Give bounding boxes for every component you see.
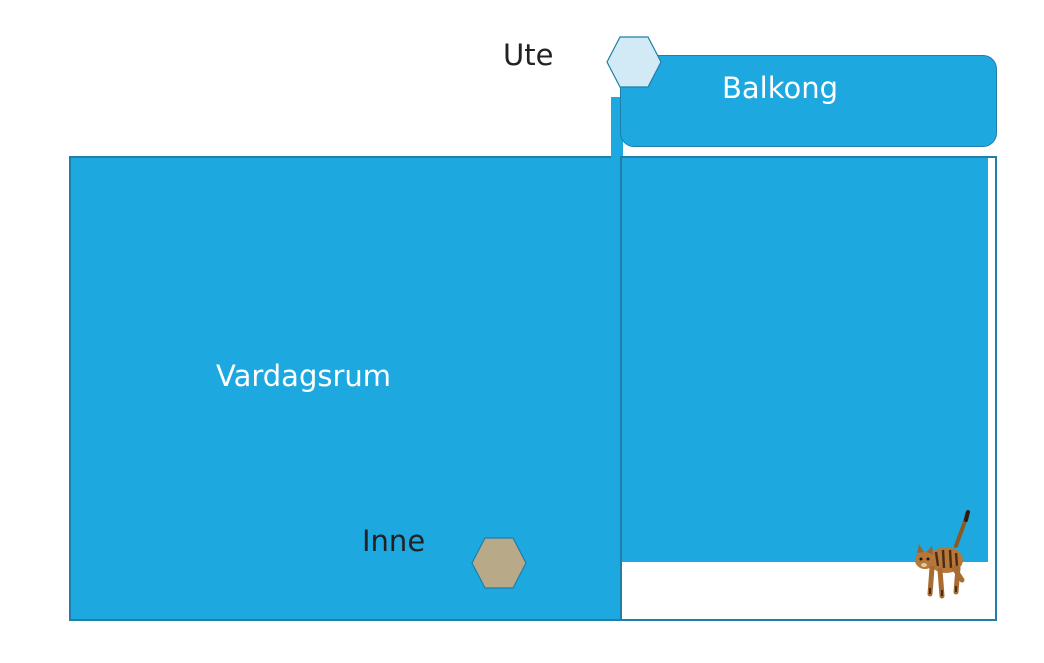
balkong-label: Balkong	[722, 71, 839, 105]
ute-label: Ute	[503, 38, 554, 72]
room-right-fill	[622, 158, 988, 562]
inne-hexagon-icon[interactable]	[471, 537, 527, 589]
cat-icon	[915, 510, 970, 599]
ute-hexagon-icon[interactable]	[606, 36, 662, 88]
vardagsrum-label: Vardagsrum	[216, 359, 392, 393]
inne-label: Inne	[362, 524, 426, 558]
